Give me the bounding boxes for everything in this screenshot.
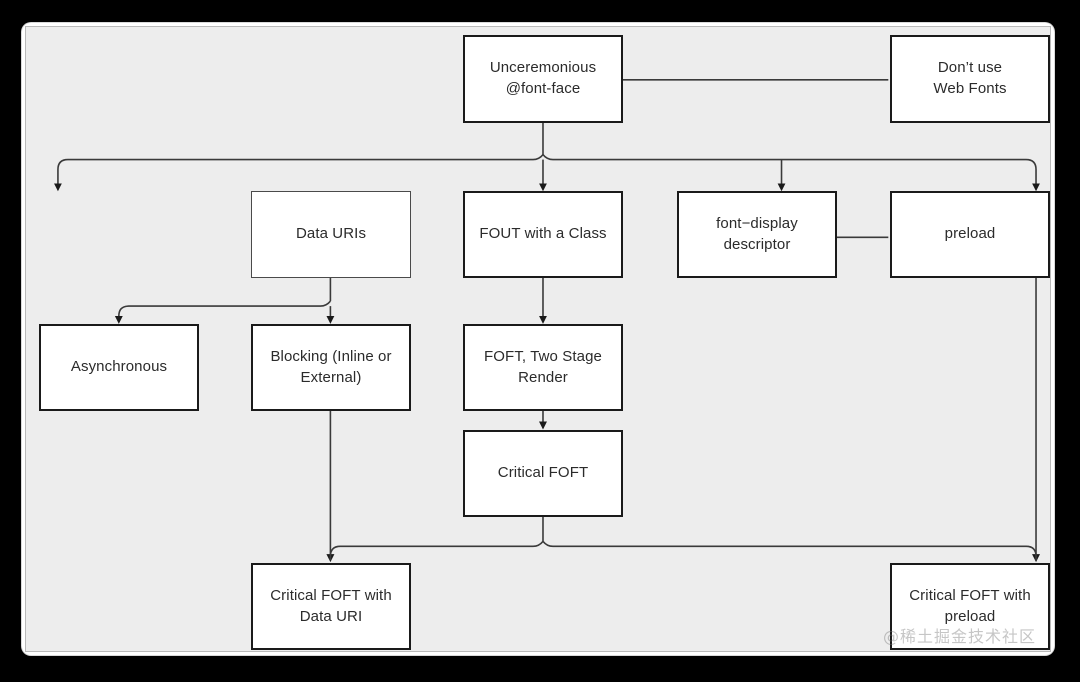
- node-label: Blocking (Inline or External): [270, 347, 392, 386]
- node-critical-foft[interactable]: Critical FOFT: [463, 430, 623, 517]
- node-label: Critical FOFT: [497, 464, 589, 482]
- node-blocking-inline-or-external[interactable]: Blocking (Inline or External): [251, 324, 411, 411]
- screenshot-stage: Unceremonious @font-face Don’t use Web F…: [0, 0, 1080, 682]
- node-dont-use-web-fonts[interactable]: Don’t use Web Fonts: [890, 35, 1050, 123]
- diagram-canvas[interactable]: Unceremonious @font-face Don’t use Web F…: [25, 26, 1051, 652]
- edge-uncer-bus-right: [542, 154, 1041, 192]
- node-label: Data URIs: [295, 225, 367, 243]
- watermark-text: @稀土掘金技术社区: [882, 627, 1036, 646]
- node-label: FOFT, Two Stage Render: [484, 347, 602, 386]
- node-preload[interactable]: preload: [890, 191, 1050, 278]
- edge-datauris-to-async: [114, 300, 332, 324]
- node-fout-with-a-class[interactable]: FOUT with a Class: [463, 191, 623, 278]
- node-label: Don’t use Web Fonts: [933, 59, 1007, 97]
- node-data-uris[interactable]: Data URIs: [251, 191, 411, 278]
- node-label: font−display descriptor: [716, 214, 798, 253]
- node-foft-two-stage-render[interactable]: FOFT, Two Stage Render: [463, 324, 623, 411]
- node-font-display-descriptor[interactable]: font−display descriptor: [677, 191, 837, 278]
- diagram-frame: Unceremonious @font-face Don’t use Web F…: [22, 23, 1054, 655]
- node-critical-foft-with-data-uri[interactable]: Critical FOFT with Data URI: [251, 563, 411, 650]
- edge-criticalfoft-to-preload: [542, 540, 1037, 561]
- node-asynchronous[interactable]: Asynchronous: [39, 324, 199, 411]
- node-unceremonious-font-face[interactable]: Unceremonious @font-face: [463, 35, 623, 123]
- node-label: FOUT with a Class: [479, 225, 607, 243]
- edge-criticalfoft-to-datauri: [329, 540, 544, 561]
- node-label: Unceremonious @font-face: [489, 59, 597, 97]
- node-label: Critical FOFT with Data URI: [270, 586, 392, 625]
- node-label: preload: [944, 225, 996, 243]
- node-label: Critical FOFT with preload: [909, 586, 1031, 625]
- node-label: Asynchronous: [70, 358, 168, 376]
- edge-uncer-bus-left: [53, 154, 544, 192]
